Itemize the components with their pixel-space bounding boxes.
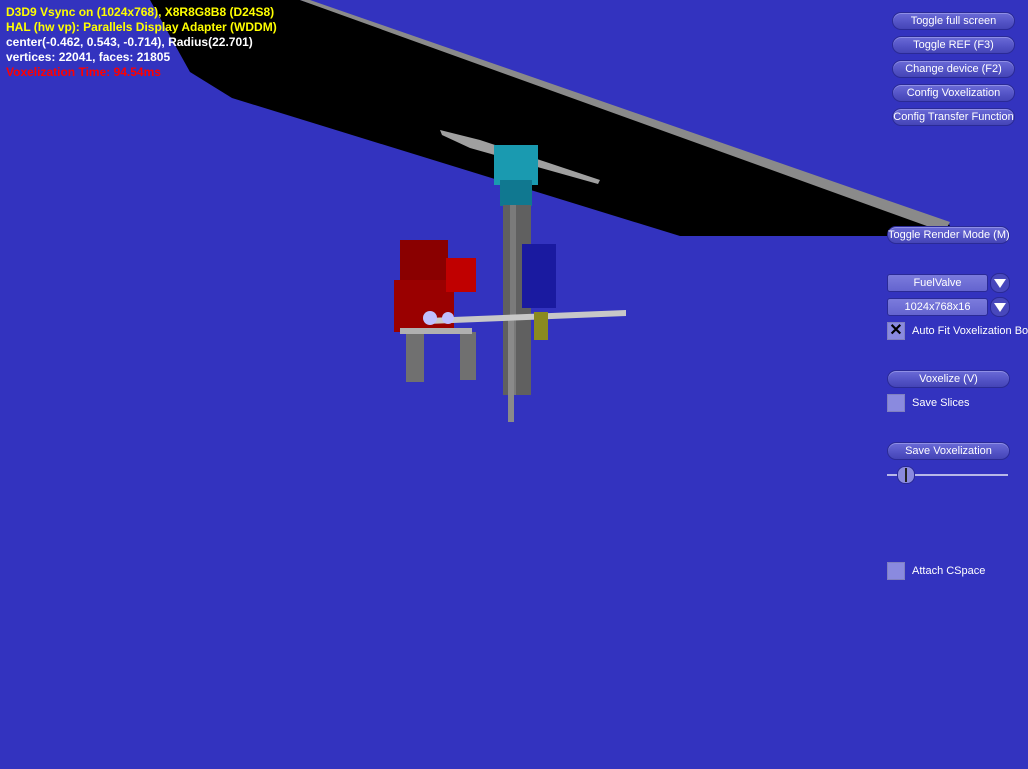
resolution-select[interactable]: 1024x768x16 [887,298,988,316]
auto-fit-checkbox[interactable]: ✕ [887,322,905,340]
attach-cspace-label: Attach CSpace [912,565,986,577]
save-slices-checkbox[interactable] [887,394,905,412]
config-voxelization-button[interactable]: Config Voxelization [892,84,1015,102]
change-device-button[interactable]: Change device (F2) [892,60,1015,78]
slider-thumb[interactable] [897,466,916,484]
vertices-faces-line: vertices: 22041, faces: 21805 [6,50,171,64]
toggle-full-screen-button[interactable]: Toggle full screen [892,12,1015,30]
toggle-render-mode-button[interactable]: Toggle Render Mode (M) [887,226,1010,244]
center-radius-line: center(-0.462, 0.543, -0.714), Radius(22… [6,35,253,49]
model-select-dropdown[interactable] [990,273,1010,293]
check-mark-icon: ✕ [889,322,903,339]
config-transfer-function-button[interactable]: Config Transfer Function [892,108,1015,126]
adapter-info-line: HAL (hw vp): Parallels Display Adapter (… [6,20,277,34]
chevron-down-icon [994,279,1006,288]
resolution-select-dropdown[interactable] [990,297,1010,317]
voxelization-time-line: Voxelization Time: 94.54ms [6,65,161,79]
save-voxelization-button[interactable]: Save Voxelization [887,442,1010,460]
render-viewport[interactable] [0,0,1028,769]
voxelize-button[interactable]: Voxelize (V) [887,370,1010,388]
chevron-down-icon [994,303,1006,312]
device-info-line: D3D9 Vsync on (1024x768), X8R8G8B8 (D24S… [6,5,275,19]
toggle-ref-button[interactable]: Toggle REF (F3) [892,36,1015,54]
3d-model-render [150,0,950,422]
auto-fit-label: Auto Fit Voxelization Bo [912,325,1028,337]
model-select[interactable]: FuelValve [887,274,988,292]
save-slices-label: Save Slices [912,397,970,409]
stats-overlay: D3D9 Vsync on (1024x768), X8R8G8B8 (D24S… [6,5,277,80]
attach-cspace-checkbox[interactable] [887,562,905,580]
